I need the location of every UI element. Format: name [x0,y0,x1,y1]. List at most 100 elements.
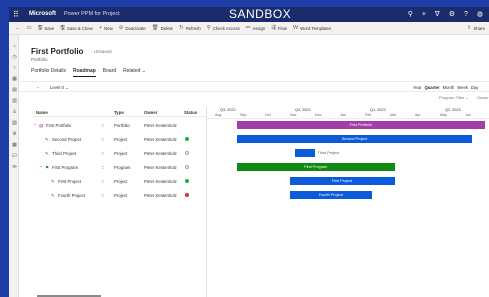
gantt-bar-label: Third Project [317,151,340,155]
command-label: Check Access [212,25,240,31]
portfolio-icon[interactable]: ▤ [11,87,18,94]
gantt-bar[interactable]: Fourth Project [289,191,372,199]
table-row[interactable]: ✎ Second Project ⊂ Project Peter Kestenholz [31,133,206,146]
reports-icon[interactable]: ▨ [11,120,18,127]
settings-icon[interactable]: ⚙ [11,131,18,138]
scale-day[interactable]: Day [471,85,478,90]
column-header-status[interactable]: Status [184,110,197,115]
month-label: Mar [390,113,397,117]
gantt-bar[interactable]: First Program [237,163,395,171]
row-owner: Peter Kestenholz [144,193,177,198]
resources-icon[interactable]: ♙ [11,109,18,116]
column-header-name[interactable]: Name [36,110,48,115]
gantt-bar[interactable]: First Portfolio [237,121,485,129]
command-refresh[interactable]: ↻ Refresh [179,25,201,31]
command-new[interactable]: + New [99,25,113,31]
table-row[interactable]: ✎ Third Project ⊂ Project Peter Kestenholz [31,147,206,160]
more-icon[interactable]: ≫ [11,164,18,171]
command-delete[interactable]: 🗑 Delete [152,25,173,31]
flow-icon: ⇶ [271,25,276,31]
command-share[interactable]: ⇪ Share [467,25,485,31]
main-content: First Portfolio - Unsaved Portfolio Port… [19,35,489,297]
row-name[interactable]: Third Project [52,151,76,156]
plus-icon[interactable]: + [422,9,426,20]
column-header-type[interactable]: Type [114,110,124,115]
roadmap-filters: Program Filter ⌄ Owner ⌄ [439,95,489,100]
command-back-arrow-icon[interactable]: ← [15,25,21,31]
month-label: Jun [465,113,471,117]
table-row[interactable]: ⌃ ▤ First Portfolio ⊂ Portfolio Peter Kestenh… [31,119,206,132]
scale-year[interactable]: Year [413,85,421,90]
word-icon: W [292,25,299,31]
command-save[interactable]: 🖫 Save [38,24,54,33]
assign-icon: ⚯ [245,25,251,31]
command-assign[interactable]: ⚯ Assign [246,25,266,31]
row-type: Project [114,179,128,184]
scale-quarter[interactable]: Quarter [424,85,439,90]
filter-icon[interactable]: ∇ [435,9,440,20]
quarter-label: Q1, 2023 [370,108,386,112]
gantt-bar[interactable]: Second Project [237,135,472,143]
waffle-icon[interactable]: ⠿ [13,10,22,19]
tab-related[interactable]: Related ⌄ [123,68,146,77]
recent-icon[interactable]: ◷ [11,54,18,61]
home-icon[interactable]: ⌂ [11,43,18,50]
pinned-icon[interactable]: ☆ [11,65,18,72]
programs-icon[interactable]: ▥ [11,98,18,105]
gantt-bar[interactable]: First Project [289,177,395,185]
row-name[interactable]: Fourth Project [58,193,85,198]
top-bar: ⠿ Microsoft Power PPM for Project SANDBO… [9,7,489,22]
expand-chevron-icon[interactable]: ⌃ [39,165,43,171]
table-row[interactable]: ✎ First Project ⊂ Project Peter Kestenholz [31,175,206,188]
quarter-label: Q4, 2022 [295,108,311,112]
command-save-close[interactable]: 🖫 Save & Close [60,24,93,33]
project-icon: ✎ [51,179,55,184]
command-label: Delete [160,25,174,31]
expand-chevron-icon[interactable]: ⌃ [33,123,37,129]
tasks-icon[interactable]: ☑ [11,153,18,160]
share-icon: ⇪ [466,25,472,31]
table-row[interactable]: ⌃ ⚑ First Program ⊂ Program Peter Kestenholz [31,161,206,174]
app-name[interactable]: Power PPM for Project [64,10,120,19]
row-name[interactable]: First Portfolio [46,123,71,128]
command-word-templates[interactable]: W Word Templates [293,25,331,31]
gantt-bar[interactable] [294,149,315,157]
tab-portfolio-details[interactable]: Portfolio Details [31,68,66,77]
roadmap-toolbar: ← Level 0 ⌄ YearQuarterMonthWeekDay ⤢ [19,81,489,92]
portfolio-icon: ▤ [39,123,44,128]
tab-board[interactable]: Board [103,68,116,77]
filter-owner[interactable]: Owner ⌄ [477,95,489,100]
projects-icon[interactable]: ▦ [11,76,18,83]
horizontal-scrollbar[interactable] [37,295,101,297]
command-label: Assign [252,25,266,31]
command-deactivate[interactable]: ⊘ Deactivate [119,25,146,31]
avatar[interactable]: ◍ [477,9,483,20]
command-page-icon[interactable]: ▭ [27,25,32,31]
row-owner: Peter Kestenholz [144,179,177,184]
command-flow[interactable]: ⇶ Flow [271,25,287,31]
row-name[interactable]: First Program [52,165,78,170]
back-arrow-icon: ← [15,25,21,31]
level-select[interactable]: Level 0 ⌄ [50,85,69,91]
project-icon: ✎ [45,137,49,142]
search-icon[interactable]: ⚲ [408,9,413,20]
row-name[interactable]: Second Project [52,137,81,142]
month-label: May [440,113,447,117]
command-check-access[interactable]: ⚲ Check Access [207,25,240,31]
table-row[interactable]: ✎ Fourth Project ⊂ Project Peter Kestenholz [31,189,206,202]
filter-program-filter[interactable]: Program Filter ⌄ [439,95,469,100]
environment-banner: SANDBOX [229,7,292,21]
column-header-owner[interactable]: Owner [144,110,157,115]
top-bar-icons: ⚲ + ∇ ⚙ ? ◍ [408,9,483,20]
row-name[interactable]: First Project [58,179,81,184]
back-arrow-icon[interactable]: ← [36,84,41,90]
help-icon[interactable]: ? [464,9,468,20]
gear-icon[interactable]: ⚙ [449,9,455,20]
record-tabs: Portfolio Details Roadmap Board Related ⌄ [31,68,146,77]
tab-roadmap[interactable]: Roadmap [73,68,96,77]
scale-month[interactable]: Month [443,85,455,90]
analytics-icon[interactable]: ▩ [11,142,18,149]
command-label: Deactivate [125,25,146,31]
scale-week[interactable]: Week [457,85,468,90]
brand-label: Microsoft [29,11,56,17]
